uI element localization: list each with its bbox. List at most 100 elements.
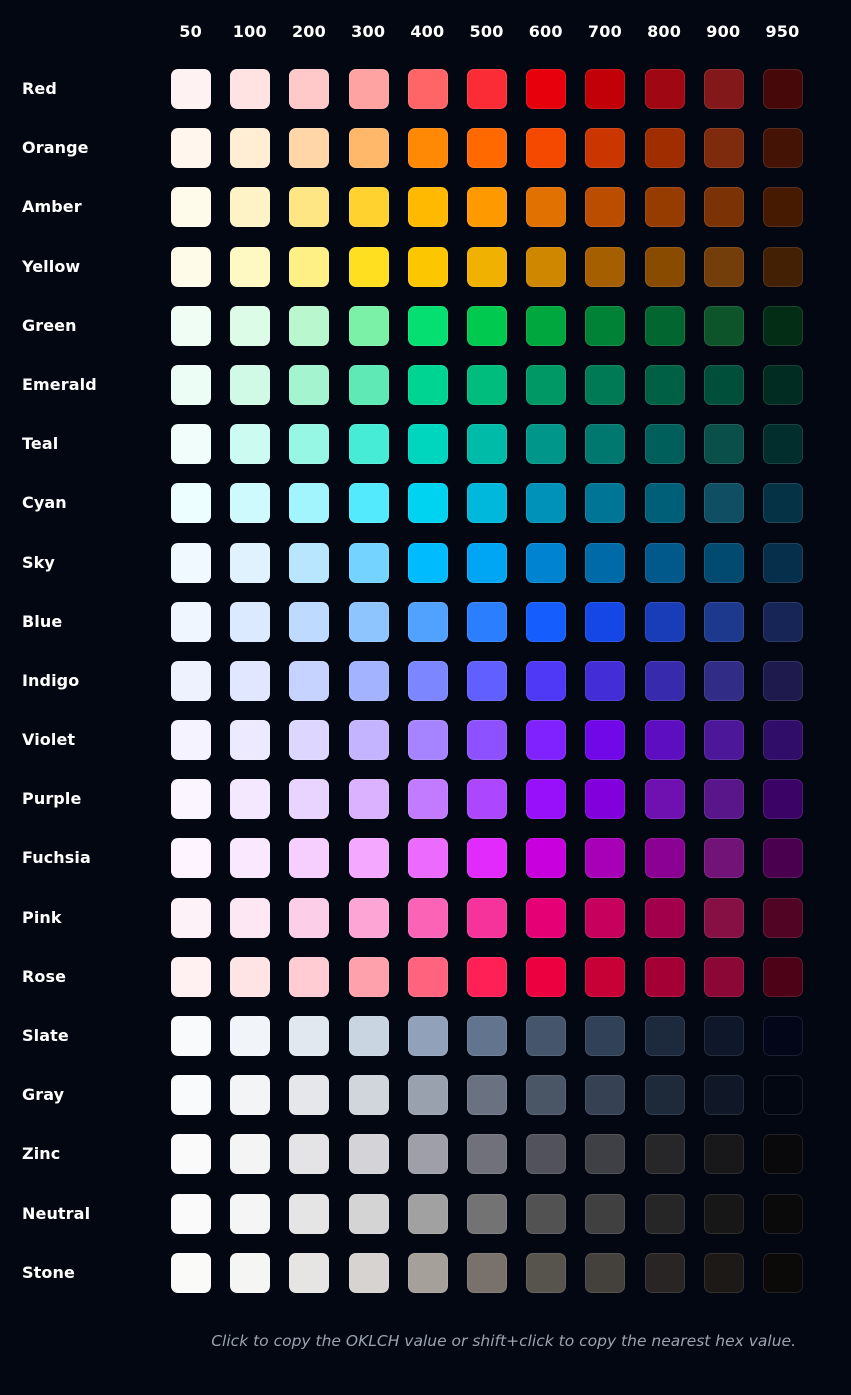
swatch-indigo-50[interactable] (171, 660, 211, 701)
swatch-stone-200[interactable] (289, 1252, 330, 1293)
swatch-purple-200[interactable] (289, 779, 330, 820)
swatch-teal-400[interactable] (407, 424, 448, 465)
swatch-zinc-600[interactable] (526, 1134, 567, 1175)
swatch-indigo-950[interactable] (762, 660, 803, 701)
swatch-gray-300[interactable] (348, 1075, 389, 1116)
swatch-cyan-500[interactable] (466, 483, 507, 524)
swatch-amber-100[interactable] (230, 187, 271, 228)
swatch-cyan-50[interactable] (171, 483, 211, 524)
swatch-red-400[interactable] (407, 69, 448, 109)
swatch-orange-400[interactable] (407, 128, 448, 169)
swatch-sky-600[interactable] (526, 542, 567, 583)
swatch-orange-800[interactable] (644, 128, 685, 169)
swatch-gray-600[interactable] (526, 1075, 567, 1116)
swatch-stone-100[interactable] (230, 1252, 271, 1293)
swatch-pink-800[interactable] (644, 897, 685, 938)
swatch-zinc-800[interactable] (644, 1134, 685, 1175)
swatch-sky-700[interactable] (585, 542, 626, 583)
swatch-amber-600[interactable] (526, 187, 567, 228)
swatch-red-100[interactable] (230, 69, 271, 109)
swatch-pink-100[interactable] (230, 897, 271, 938)
swatch-orange-600[interactable] (526, 128, 567, 169)
swatch-purple-600[interactable] (526, 779, 567, 820)
swatch-slate-50[interactable] (171, 1016, 211, 1056)
swatch-neutral-600[interactable] (526, 1193, 567, 1234)
swatch-blue-600[interactable] (526, 601, 567, 642)
swatch-purple-500[interactable] (466, 779, 507, 820)
swatch-slate-700[interactable] (585, 1016, 626, 1056)
swatch-gray-100[interactable] (230, 1075, 271, 1116)
swatch-neutral-700[interactable] (585, 1193, 626, 1234)
swatch-gray-900[interactable] (703, 1075, 744, 1116)
swatch-emerald-400[interactable] (407, 364, 448, 405)
swatch-fuchsia-300[interactable] (348, 838, 389, 879)
swatch-green-700[interactable] (585, 305, 626, 346)
swatch-fuchsia-200[interactable] (289, 838, 330, 879)
swatch-orange-200[interactable] (289, 128, 330, 169)
swatch-teal-900[interactable] (703, 424, 744, 465)
swatch-purple-800[interactable] (644, 779, 685, 820)
swatch-neutral-200[interactable] (289, 1193, 330, 1234)
swatch-cyan-700[interactable] (585, 483, 626, 524)
swatch-pink-700[interactable] (585, 897, 626, 938)
swatch-stone-500[interactable] (466, 1252, 507, 1293)
swatch-orange-500[interactable] (466, 128, 507, 169)
swatch-pink-50[interactable] (171, 897, 211, 938)
swatch-teal-800[interactable] (644, 424, 685, 465)
swatch-zinc-500[interactable] (466, 1134, 507, 1175)
swatch-green-500[interactable] (466, 305, 507, 346)
swatch-indigo-700[interactable] (585, 660, 626, 701)
swatch-amber-700[interactable] (585, 187, 626, 228)
swatch-cyan-400[interactable] (407, 483, 448, 524)
swatch-amber-50[interactable] (171, 187, 211, 228)
swatch-emerald-950[interactable] (762, 364, 803, 405)
swatch-zinc-200[interactable] (289, 1134, 330, 1175)
swatch-fuchsia-400[interactable] (407, 838, 448, 879)
swatch-pink-950[interactable] (762, 897, 803, 938)
swatch-slate-900[interactable] (703, 1016, 744, 1056)
swatch-stone-600[interactable] (526, 1252, 567, 1293)
swatch-pink-200[interactable] (289, 897, 330, 938)
swatch-yellow-500[interactable] (466, 246, 507, 287)
swatch-blue-50[interactable] (171, 601, 211, 642)
swatch-gray-800[interactable] (644, 1075, 685, 1116)
swatch-red-500[interactable] (466, 69, 507, 109)
swatch-emerald-600[interactable] (526, 364, 567, 405)
swatch-red-200[interactable] (289, 69, 330, 109)
swatch-stone-950[interactable] (762, 1252, 803, 1293)
swatch-cyan-600[interactable] (526, 483, 567, 524)
swatch-red-900[interactable] (703, 69, 744, 109)
swatch-yellow-950[interactable] (762, 246, 803, 287)
swatch-green-300[interactable] (348, 305, 389, 346)
swatch-orange-300[interactable] (348, 128, 389, 169)
swatch-fuchsia-700[interactable] (585, 838, 626, 879)
swatch-fuchsia-800[interactable] (644, 838, 685, 879)
swatch-violet-800[interactable] (644, 720, 685, 761)
swatch-neutral-300[interactable] (348, 1193, 389, 1234)
swatch-fuchsia-900[interactable] (703, 838, 744, 879)
swatch-green-400[interactable] (407, 305, 448, 346)
swatch-rose-100[interactable] (230, 956, 271, 997)
swatch-slate-500[interactable] (466, 1016, 507, 1056)
swatch-purple-400[interactable] (407, 779, 448, 820)
swatch-gray-950[interactable] (762, 1075, 803, 1116)
swatch-violet-700[interactable] (585, 720, 626, 761)
swatch-pink-900[interactable] (703, 897, 744, 938)
swatch-rose-900[interactable] (703, 956, 744, 997)
swatch-amber-300[interactable] (348, 187, 389, 228)
swatch-sky-800[interactable] (644, 542, 685, 583)
swatch-blue-400[interactable] (407, 601, 448, 642)
swatch-stone-50[interactable] (171, 1252, 211, 1293)
swatch-fuchsia-100[interactable] (230, 838, 271, 879)
swatch-blue-500[interactable] (466, 601, 507, 642)
swatch-stone-900[interactable] (703, 1252, 744, 1293)
swatch-amber-800[interactable] (644, 187, 685, 228)
swatch-neutral-400[interactable] (407, 1193, 448, 1234)
swatch-indigo-400[interactable] (407, 660, 448, 701)
swatch-teal-700[interactable] (585, 424, 626, 465)
swatch-fuchsia-600[interactable] (526, 838, 567, 879)
swatch-violet-50[interactable] (171, 720, 211, 761)
swatch-cyan-300[interactable] (348, 483, 389, 524)
swatch-blue-700[interactable] (585, 601, 626, 642)
swatch-yellow-700[interactable] (585, 246, 626, 287)
